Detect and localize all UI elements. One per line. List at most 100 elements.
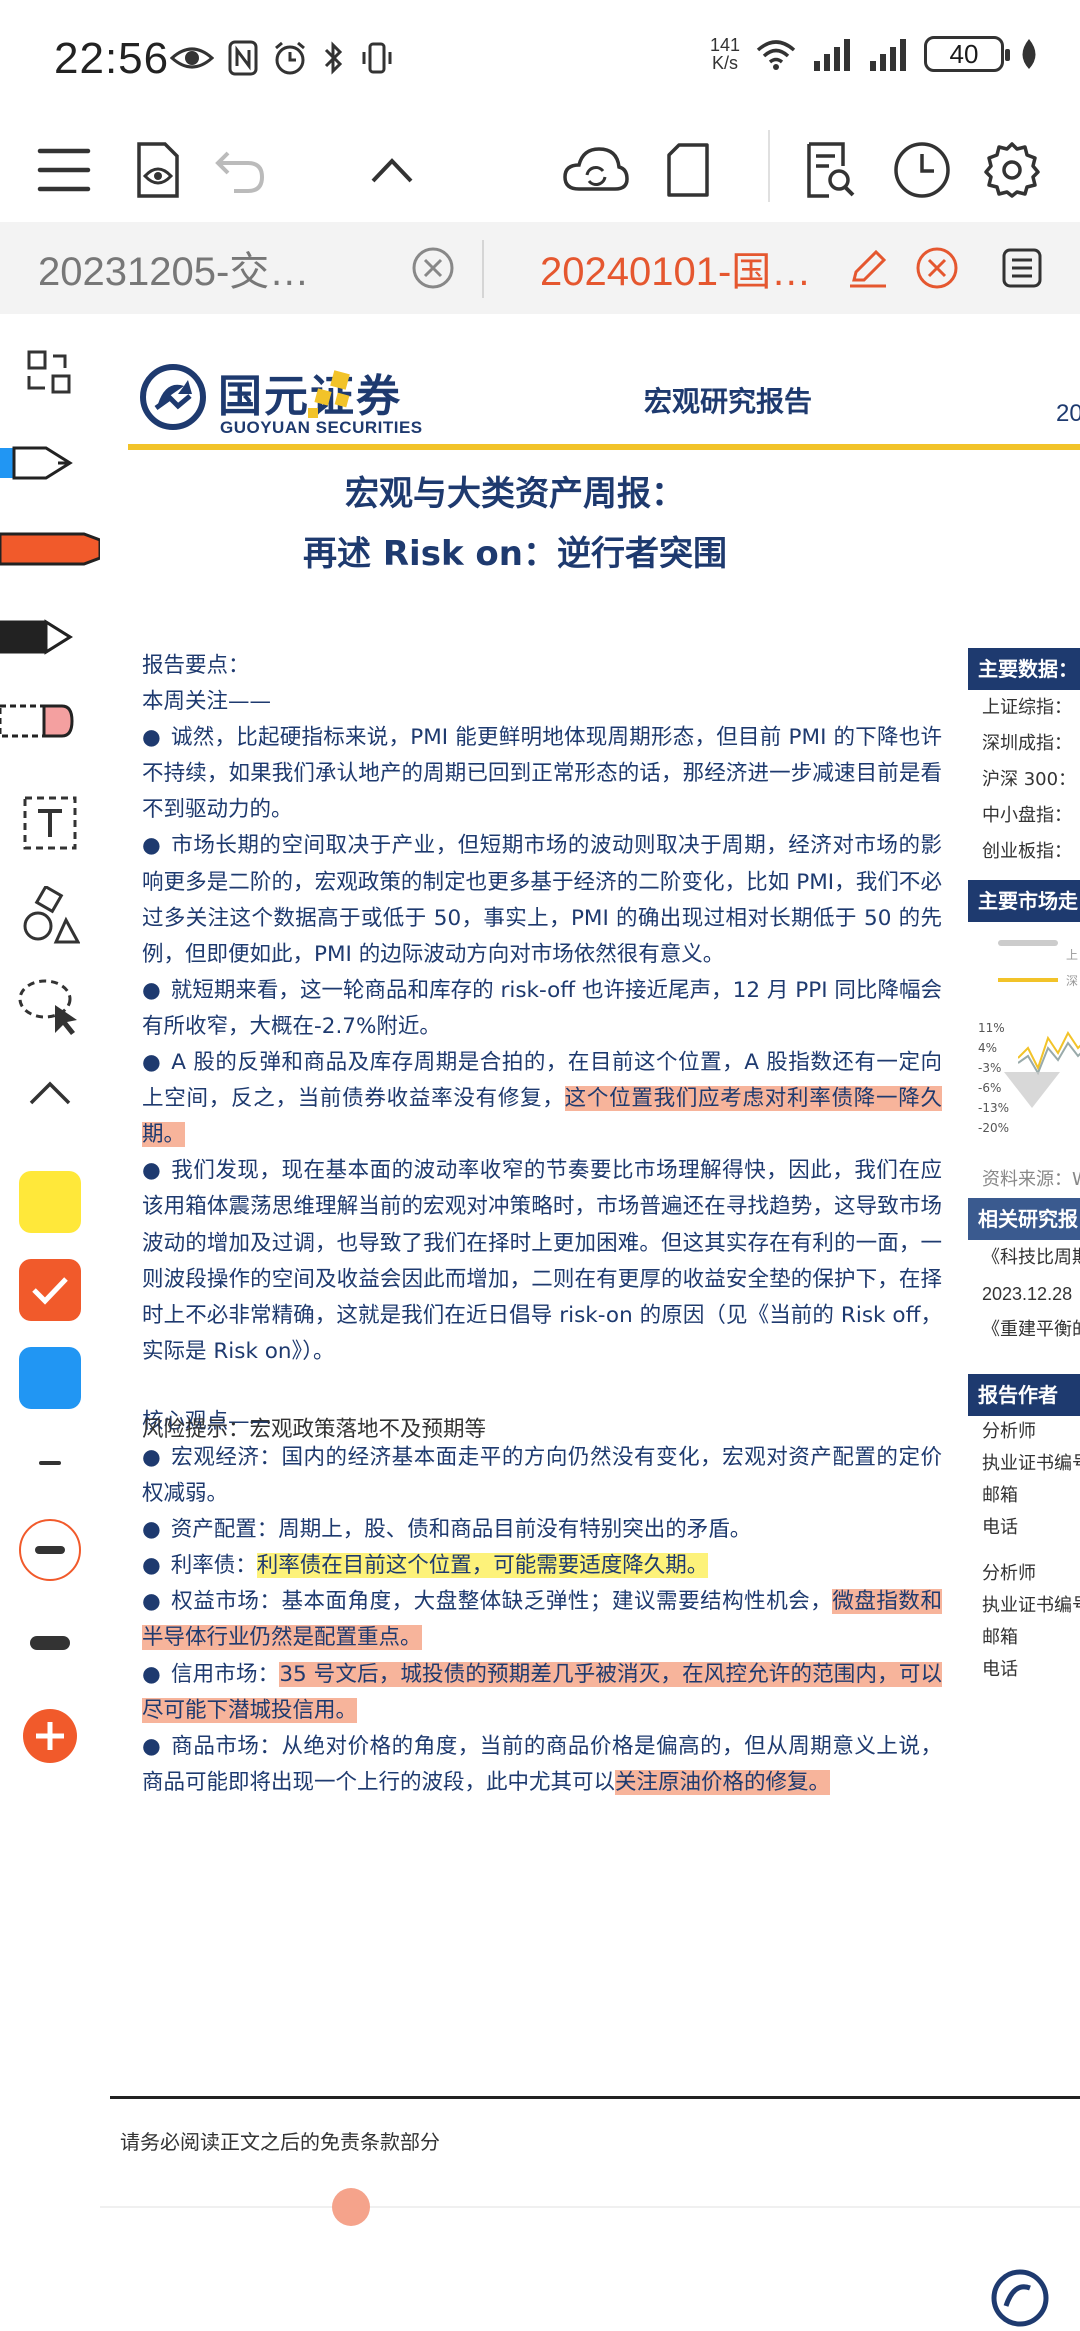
yellow-highlight: 利率债在目前这个位置，可能需要适度降久期。 xyxy=(256,1553,709,1579)
tab-document-2[interactable]: 20240101-国… xyxy=(540,222,811,314)
status-bar: 22:56 141 K/s 40 xyxy=(0,0,1080,120)
network-speed-unit: K/s xyxy=(711,53,738,73)
leaf-icon xyxy=(1022,39,1036,69)
pen-tool-blue[interactable] xyxy=(0,428,100,498)
tab-label: 20240101-国… xyxy=(540,250,812,294)
history-button[interactable] xyxy=(882,130,962,210)
add-tool-button[interactable] xyxy=(0,1696,100,1776)
lasso-select-tool[interactable] xyxy=(0,968,100,1044)
undo-button[interactable] xyxy=(200,130,280,210)
eraser-tool[interactable] xyxy=(0,686,100,756)
swap-icon xyxy=(27,350,71,394)
add-icon xyxy=(23,1709,77,1763)
core-view-item: ● 商品市场：从绝对价格的角度，当前的商品价格是偏高的，但从周期意义上说，商品可能… xyxy=(142,1733,942,1795)
close-icon xyxy=(412,247,454,289)
gold-squares-decoration xyxy=(308,370,350,418)
close-icon xyxy=(916,247,958,289)
author-field: 电话 xyxy=(982,1659,1018,1680)
footer-rule xyxy=(110,2096,1080,2099)
author-field: 邮箱 xyxy=(982,1485,1018,1506)
chart-legend-item: 深 xyxy=(1066,974,1079,988)
document-tabs: 20231205-交… 20240101-国… xyxy=(0,222,1080,314)
cloud-sync-icon xyxy=(563,147,629,191)
guoyuan-logo-icon-next-page xyxy=(991,2269,1049,2327)
author-header: 报告作者 xyxy=(968,1374,1080,1416)
reading-mode-button[interactable] xyxy=(118,130,198,210)
tab-close-button-2[interactable] xyxy=(914,222,960,314)
nfc-icon xyxy=(228,40,258,76)
network-speed-value: 141 xyxy=(709,35,740,55)
index-label: 深圳成指： xyxy=(982,733,1072,754)
clock-icon xyxy=(894,142,950,198)
list-icon xyxy=(1002,248,1042,288)
report-title-line2: 再述 Risk on：逆行者突围 xyxy=(303,534,727,574)
swap-tools-button[interactable] xyxy=(0,338,100,408)
text-tool[interactable] xyxy=(0,788,100,858)
toolbar-divider xyxy=(768,130,770,202)
eye-icon xyxy=(170,47,214,69)
checkmark-icon xyxy=(32,1277,68,1305)
lasso-icon xyxy=(18,979,77,1035)
report-type: 宏观研究报告 xyxy=(644,385,813,418)
report-summary: 报告要点： 本周关注—— ● 诚然，比起硬指标来说，PMI 能更鲜明地体现周期形态… xyxy=(142,648,942,1801)
week-focus-item: ● 诚然，比起硬指标来说，PMI 能更鲜明地体现周期形态，但目前 PMI 的下降也… xyxy=(142,725,942,823)
tab-list-button[interactable] xyxy=(1000,222,1044,314)
reading-mode-icon xyxy=(137,142,179,198)
document-page[interactable]: 国元证券 GUOYUAN SECURITIES 宏观研究报告 20 宏观与大类资… xyxy=(100,318,1080,2331)
eraser-icon xyxy=(0,704,74,738)
main-data-header: 主要数据： xyxy=(968,648,1080,690)
bluetooth-icon xyxy=(324,41,343,75)
stroke-width-medium[interactable] xyxy=(0,1510,100,1590)
core-view-item: ● 资产配置：周期上，股、债和商品目前没有特别突出的矛盾。 xyxy=(142,1517,752,1543)
page-button[interactable] xyxy=(648,130,728,210)
chevron-up-icon xyxy=(29,1081,71,1105)
index-label: 中小盘指： xyxy=(982,805,1072,826)
horizontal-scroll-handle[interactable] xyxy=(332,2188,370,2226)
index-label: 上证综指： xyxy=(982,697,1072,718)
tab-document-1[interactable]: 20231205-交… xyxy=(38,222,309,314)
risk-warning: 风险提示：宏观政策落地不及预期等 xyxy=(142,1417,487,1442)
highlighter-tool-orange[interactable] xyxy=(0,514,100,584)
search-document-button[interactable] xyxy=(790,130,870,210)
clock: 22:56 xyxy=(54,34,170,83)
color-swatch-yellow[interactable] xyxy=(0,1164,100,1240)
stroke-thick-icon xyxy=(30,1636,70,1650)
related-report: 《重建平衡的 xyxy=(982,1319,1080,1340)
index-label: 创业板指： xyxy=(982,841,1072,862)
page-icon xyxy=(667,143,709,197)
settings-button[interactable] xyxy=(972,130,1052,210)
undo-icon xyxy=(215,151,265,193)
header-gold-rule xyxy=(128,444,1080,450)
tab-rename-button[interactable] xyxy=(846,222,890,314)
tab-label: 20231205-交… xyxy=(38,250,310,294)
core-view-item: ● 利率债：利率债在目前这个位置，可能需要适度降久期。 xyxy=(142,1553,709,1579)
side-column: 主要数据： 上证综指： 深圳成指： 沪深 300： 中小盘指： 创业板指： 主要… xyxy=(968,648,1080,1686)
author-field: 邮箱 xyxy=(982,1627,1018,1648)
stroke-medium-icon xyxy=(19,1519,81,1581)
stroke-width-thin[interactable] xyxy=(0,1428,100,1498)
color-swatch-blue[interactable] xyxy=(0,1340,100,1416)
author-field: 执业证书编号 xyxy=(982,1595,1080,1616)
pen-icon xyxy=(0,446,73,480)
color-swatch-orange[interactable] xyxy=(0,1252,100,1328)
week-focus-item: ● A 股的反弹和商品及库存周期是合拍的，在目前这个位置，A 股指数还有一定向上空… xyxy=(142,1050,942,1148)
network-speed: 141 K/s xyxy=(710,36,740,72)
week-focus-item: ● 我们发现，现在基本面的波动率收窄的节奏要比市场理解得快，因此，我们在应该用箱体… xyxy=(142,1158,942,1364)
chart-legend-item: 上 xyxy=(1066,948,1079,962)
author-field: 电话 xyxy=(982,1517,1018,1538)
swatch-orange-selected xyxy=(19,1259,81,1321)
orange-highlight: 关注原油价格的修复。 xyxy=(615,1769,831,1795)
stroke-width-thick[interactable] xyxy=(0,1608,100,1678)
swatch-yellow xyxy=(19,1171,81,1233)
pen-tool-black[interactable] xyxy=(0,602,100,672)
guoyuan-logo-icon xyxy=(140,364,206,430)
tab-close-button-1[interactable] xyxy=(410,222,456,314)
signal-icon-1 xyxy=(814,39,850,71)
shape-tool[interactable] xyxy=(0,878,100,954)
core-view-item: ● 权益市场：基本面角度，大盘整体缺乏弹性；建议需要结构性机会，微盘指数和半导体行… xyxy=(142,1589,942,1651)
market-chart-header: 主要市场走 xyxy=(968,880,1080,922)
cloud-sync-button[interactable] xyxy=(556,130,636,210)
collapse-toolbar-button[interactable] xyxy=(352,130,432,210)
collapse-rail-button[interactable] xyxy=(0,1058,100,1128)
menu-button[interactable] xyxy=(24,130,104,210)
